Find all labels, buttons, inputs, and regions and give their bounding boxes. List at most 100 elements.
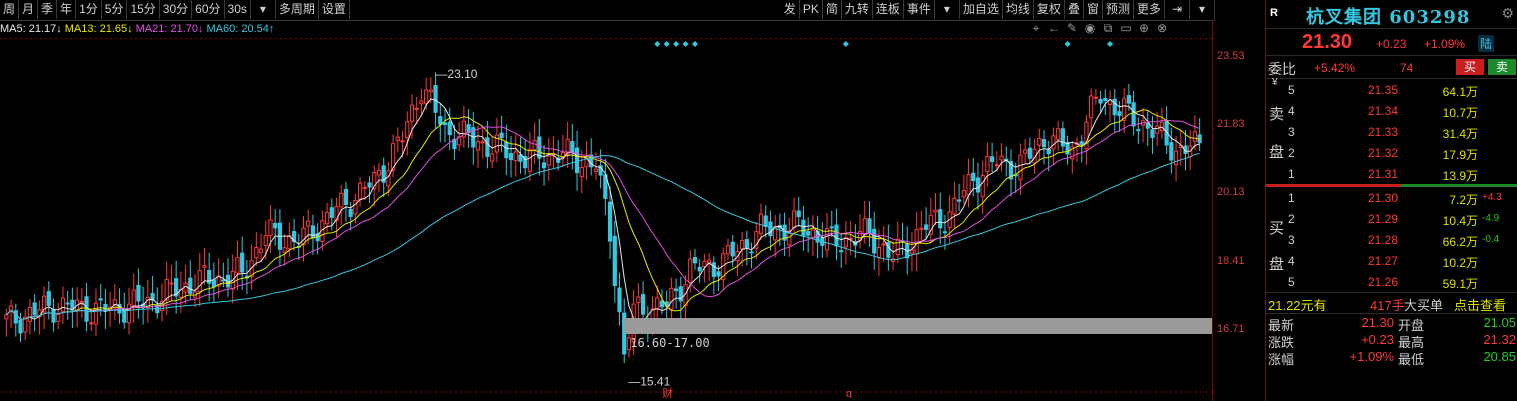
- candle-body: [324, 211, 330, 225]
- candle-body: [268, 219, 273, 237]
- toolbar-item-9[interactable]: 叠: [1065, 0, 1084, 19]
- toolbar-item-8[interactable]: 复权: [1034, 0, 1065, 19]
- toolbar-item-7[interactable]: 均线: [1003, 0, 1034, 19]
- plus-icon[interactable]: ⊕: [1136, 21, 1152, 36]
- close-icon[interactable]: ⊗: [1154, 21, 1170, 36]
- candle-body: [4, 314, 9, 320]
- eye-icon[interactable]: ◉: [1082, 21, 1098, 36]
- target-icon[interactable]: ⌖: [1028, 21, 1044, 36]
- candle-body: [749, 251, 754, 254]
- chevron-down-icon[interactable]: ▾: [251, 0, 276, 19]
- bid-row-1[interactable]: 1 21.30 7.2万 +4.3: [1266, 187, 1517, 208]
- candle-body: [1150, 129, 1155, 138]
- big-order-row[interactable]: 21.22元有 417手 大买单 点击查看: [1266, 292, 1517, 314]
- settings-button[interactable]: 设置: [319, 0, 350, 19]
- candle-body: [636, 296, 641, 304]
- toolbar-item-5[interactable]: 事件: [904, 0, 935, 19]
- candle-body: [579, 166, 584, 178]
- period-tab-9[interactable]: 30s: [225, 0, 251, 19]
- candle-body: [1126, 95, 1132, 104]
- candle-body: [56, 313, 61, 322]
- candle-body: [263, 235, 268, 247]
- pen-icon[interactable]: ✎: [1064, 21, 1080, 36]
- candle-body: [343, 189, 349, 206]
- candle-body: [617, 287, 622, 313]
- period-tab-8[interactable]: 60分: [192, 0, 225, 19]
- candle-body: [876, 246, 882, 259]
- quote-row-0: 最新 21.30 开盘 21.05: [1266, 314, 1517, 333]
- candle-body: [895, 238, 900, 256]
- candle-body: [202, 265, 207, 268]
- period-tab-0[interactable]: 周: [0, 0, 20, 19]
- candle-body: [744, 239, 749, 249]
- candle-body: [504, 141, 509, 159]
- candle-body: [1046, 149, 1051, 155]
- buy-button[interactable]: 买: [1456, 59, 1484, 75]
- candle-body: [763, 215, 768, 228]
- bid-row-2[interactable]: 2 21.29 10.4万 -4.9: [1266, 208, 1517, 229]
- candle-body: [975, 177, 981, 193]
- period-tab-3[interactable]: 年: [57, 0, 77, 19]
- candle-body: [400, 140, 405, 143]
- ask-level: 4: [1288, 104, 1295, 118]
- period-tab-2[interactable]: 季: [38, 0, 58, 19]
- toolbar-item-1[interactable]: PK: [800, 0, 823, 19]
- ask-row-5[interactable]: 5 21.35 64.1万: [1266, 79, 1517, 100]
- arrow-left-icon[interactable]: ←: [1046, 21, 1062, 36]
- candle-body: [1041, 138, 1047, 148]
- support-zone: [624, 318, 1212, 334]
- bid-volume: 10.2万: [1442, 256, 1478, 270]
- period-tab-4[interactable]: 1分: [76, 0, 102, 19]
- candle-body: [254, 247, 259, 259]
- gear-icon[interactable]: ⚙: [1501, 5, 1514, 22]
- ask-row-1[interactable]: 1 21.31 13.9万: [1266, 163, 1517, 184]
- period-tab-1[interactable]: 月: [19, 0, 39, 19]
- copy-icon[interactable]: ⧉: [1100, 21, 1116, 36]
- big-order-view-link[interactable]: 点击查看: [1454, 295, 1506, 314]
- ask-row-3[interactable]: 3 21.33 31.4万: [1266, 121, 1517, 142]
- candle-body: [839, 250, 844, 253]
- toolbar-item-11[interactable]: 预测: [1103, 0, 1134, 19]
- window-icon[interactable]: ▭: [1118, 21, 1134, 36]
- event-marker: [673, 41, 680, 47]
- ask-row-4[interactable]: 4 21.34 10.7万: [1266, 100, 1517, 121]
- collapse-panel-icon[interactable]: ⇥: [1165, 0, 1190, 19]
- candlestick-chart[interactable]: 16.60-17.00 —23.10 —15.41财 q: [0, 38, 1212, 398]
- bid-volume: 59.1万: [1442, 277, 1478, 291]
- toolbar-item-4[interactable]: 连板: [873, 0, 904, 19]
- candle-body: [51, 308, 56, 323]
- period-tab-7[interactable]: 30分: [160, 0, 193, 19]
- candle-body: [640, 294, 646, 315]
- sell-button[interactable]: 卖: [1488, 59, 1516, 75]
- toolbar-item-2[interactable]: 简: [823, 0, 842, 19]
- toolbar-item-3[interactable]: 九转: [842, 0, 873, 19]
- bid-row-4[interactable]: 4 21.27 10.2万: [1266, 250, 1517, 271]
- toolbar-item-6[interactable]: 加自选: [960, 0, 1003, 19]
- event-dropdown-icon[interactable]: ▾: [935, 0, 960, 19]
- candle-body: [570, 140, 575, 154]
- more-dropdown-icon[interactable]: ▾: [1190, 0, 1215, 19]
- candle-body: [1079, 141, 1084, 146]
- toolbar-item-12[interactable]: 更多: [1134, 0, 1165, 19]
- multi-period-button[interactable]: 多周期: [276, 0, 319, 19]
- candle-body: [796, 210, 801, 218]
- ma-legend-0: MA5: 21.17↓: [0, 23, 62, 35]
- ask-row-2[interactable]: 2 21.32 17.9万: [1266, 142, 1517, 163]
- period-tab-5[interactable]: 5分: [102, 0, 128, 19]
- ma-legend: MA5: 21.17↓ MA13: 21.65↓ MA21: 21.70↓ MA60:…: [0, 20, 277, 38]
- candle-body: [428, 89, 433, 93]
- candle-body: [1131, 102, 1136, 127]
- period-tab-6[interactable]: 15分: [127, 0, 160, 19]
- toolbar-item-10[interactable]: 窗: [1084, 0, 1103, 19]
- price-change-pct: +1.09%: [1424, 37, 1466, 51]
- bid-row-5[interactable]: 5 21.26 59.1万: [1266, 271, 1517, 292]
- event-marker: [663, 41, 670, 47]
- candle-body: [824, 228, 830, 251]
- bid-row-3[interactable]: 3 21.28 66.2万 -0.4: [1266, 229, 1517, 250]
- price-change: +0.23: [1376, 37, 1407, 51]
- ask-price: 21.34: [1367, 104, 1398, 118]
- period-tabs: 周月季年 1分 5分 15分 30分 60分 30s ▾ 多周期 设置: [0, 0, 350, 20]
- candle-body: [872, 228, 877, 254]
- big-order-price: 21.22元有: [1268, 298, 1327, 313]
- toolbar-item-0[interactable]: 发: [781, 0, 800, 19]
